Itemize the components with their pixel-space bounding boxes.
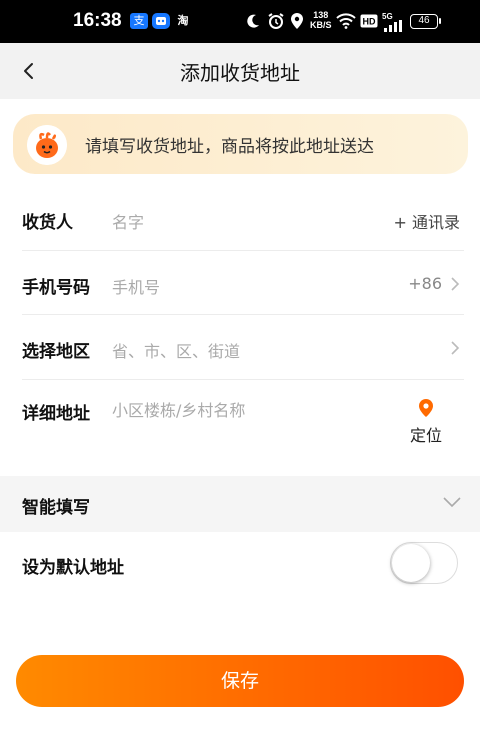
country-code[interactable]: +86 bbox=[408, 274, 442, 293]
smart-fill-row[interactable]: 智能填写 bbox=[0, 476, 480, 532]
location-pin-icon bbox=[419, 399, 433, 417]
default-address-label: 设为默认地址 bbox=[22, 558, 124, 578]
divider bbox=[22, 250, 464, 251]
contacts-button[interactable]: + 通讯录 bbox=[394, 209, 461, 233]
phone-row: 手机号码 手机号 +86 bbox=[22, 264, 464, 300]
taobao-icon: 淘 bbox=[177, 14, 189, 27]
recipient-row: 收货人 名字 + 通讯录 bbox=[22, 200, 464, 236]
phone-input[interactable]: 手机号 bbox=[112, 274, 160, 298]
phone-label: 手机号码 bbox=[22, 278, 90, 298]
region-selector[interactable]: 省、市、区、街道 bbox=[112, 338, 240, 362]
address-label: 详细地址 bbox=[22, 404, 90, 424]
recipient-label: 收货人 bbox=[22, 213, 73, 233]
default-address-toggle[interactable] bbox=[390, 542, 458, 584]
smart-fill-label: 智能填写 bbox=[22, 498, 90, 518]
page-title: 添加收货地址 bbox=[180, 61, 300, 85]
alipay-icon: 支 bbox=[130, 13, 148, 29]
chevron-down-icon[interactable] bbox=[442, 496, 462, 508]
divider bbox=[22, 379, 464, 380]
alarm-icon bbox=[268, 13, 284, 29]
hd-icon: HD bbox=[360, 14, 378, 28]
locate-button[interactable]: 定位 bbox=[406, 398, 446, 446]
address-tip-banner: 请填写收货地址，商品将按此地址送达 bbox=[13, 114, 468, 174]
signal-icon bbox=[384, 20, 402, 32]
speed-unit: KB/S bbox=[310, 20, 332, 30]
recipient-input[interactable]: 名字 bbox=[112, 209, 144, 233]
status-bar: 16:38 支 淘 138 KB/S HD 5G 46 bbox=[0, 0, 480, 43]
network-speed: 138 KB/S bbox=[310, 10, 332, 30]
region-row[interactable]: 选择地区 省、市、区、街道 bbox=[22, 329, 464, 365]
location-icon bbox=[291, 13, 303, 29]
app-icon bbox=[152, 13, 170, 29]
address-input[interactable]: 小区楼栋/乡村名称 bbox=[112, 397, 245, 421]
speed-value: 138 bbox=[313, 10, 329, 20]
toggle-knob bbox=[392, 544, 430, 582]
address-row: 详细地址 小区楼栋/乡村名称 定位 bbox=[22, 392, 464, 452]
save-button[interactable]: 保存 bbox=[16, 655, 464, 707]
divider bbox=[22, 314, 464, 315]
chevron-right-icon[interactable] bbox=[450, 340, 460, 356]
battery-icon: 46 bbox=[410, 14, 441, 29]
status-time: 16:38 bbox=[73, 10, 122, 31]
moon-icon bbox=[247, 14, 259, 28]
wifi-icon bbox=[336, 13, 356, 29]
svg-text:HD: HD bbox=[363, 17, 376, 27]
region-label: 选择地区 bbox=[22, 342, 90, 362]
nav-header: 添加收货地址 bbox=[0, 43, 480, 99]
banner-text: 请填写收货地址，商品将按此地址送达 bbox=[85, 137, 374, 157]
chevron-right-icon[interactable] bbox=[450, 276, 460, 292]
locate-label: 定位 bbox=[409, 426, 442, 445]
mascot-icon bbox=[27, 125, 67, 165]
